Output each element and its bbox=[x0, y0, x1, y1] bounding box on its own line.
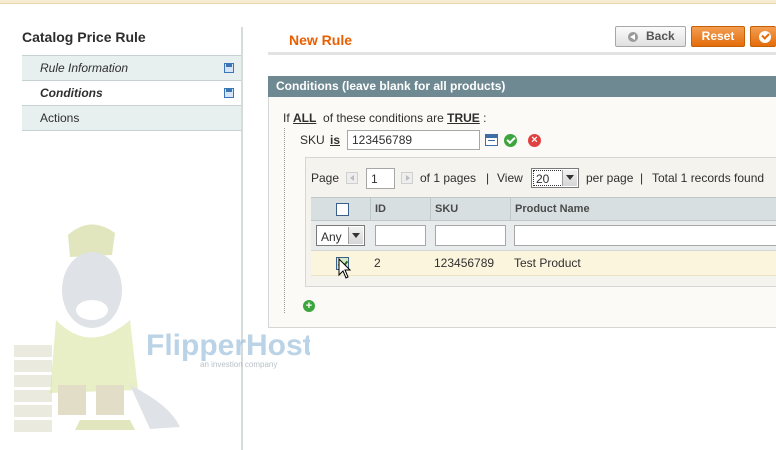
chevron-down-icon bbox=[348, 227, 363, 244]
floppy-disk-icon bbox=[224, 88, 234, 98]
sidebar: Catalog Price Rule Rule Information Cond… bbox=[22, 27, 242, 131]
condition-aggregator-line: If ALL of these conditions are TRUE : bbox=[283, 111, 486, 125]
column-header-product-name[interactable]: Product Name bbox=[510, 198, 776, 220]
condition-middle-text: of these conditions are bbox=[323, 111, 444, 125]
arrow-left-icon bbox=[628, 32, 638, 42]
watermark-tagline: an investion company bbox=[200, 360, 277, 369]
floppy-disk-icon bbox=[224, 63, 234, 73]
add-condition-icon[interactable]: + bbox=[303, 300, 315, 312]
sidebar-title: Catalog Price Rule bbox=[22, 29, 146, 45]
back-button[interactable]: Back bbox=[615, 26, 686, 47]
id-filter-input[interactable] bbox=[375, 225, 426, 246]
sidebar-tabs: Rule Information Conditions Actions bbox=[22, 55, 242, 131]
chooser-list-icon[interactable] bbox=[485, 134, 498, 146]
previous-page-icon[interactable] bbox=[346, 172, 358, 184]
title-underline bbox=[268, 52, 776, 55]
operator-toggle[interactable]: is bbox=[330, 133, 340, 147]
pager-separator: | bbox=[486, 171, 490, 185]
pager-per-page-label: per page bbox=[586, 171, 634, 185]
value-toggle[interactable]: TRUE bbox=[447, 111, 480, 125]
pager-total-records: Total 1 records found bbox=[652, 171, 765, 185]
flipperhost-watermark: FlipperHost an investion company bbox=[14, 224, 310, 432]
per-page-value: 20 bbox=[536, 172, 550, 186]
tab-rule-information[interactable]: Rule Information bbox=[22, 56, 242, 81]
cell-id: 2 bbox=[374, 256, 381, 270]
remove-x-icon[interactable]: × bbox=[528, 134, 541, 147]
condition-prefix: If bbox=[283, 111, 290, 125]
sku-value-input[interactable] bbox=[347, 130, 480, 150]
header-select-cell bbox=[311, 198, 370, 220]
grid-header-row: ID SKU Product Name bbox=[311, 197, 776, 221]
tab-label: Actions bbox=[40, 111, 80, 125]
conditions-header: Conditions (leave blank for all products… bbox=[268, 76, 776, 97]
column-header-id[interactable]: ID bbox=[370, 198, 430, 220]
per-page-select[interactable]: 20 bbox=[531, 168, 579, 188]
cell-product-name: Test Product bbox=[514, 256, 581, 270]
pager-view-label: View bbox=[497, 171, 523, 185]
sku-filter-input[interactable] bbox=[435, 225, 506, 246]
condition-tree-line bbox=[284, 128, 285, 313]
tab-conditions[interactable]: Conditions bbox=[22, 81, 242, 106]
chevron-down-icon bbox=[562, 170, 577, 186]
filter-any-value: Any bbox=[321, 230, 342, 244]
checkmark-icon bbox=[759, 31, 771, 43]
mouse-pointer-icon bbox=[338, 258, 352, 279]
cell-sku: 123456789 bbox=[434, 256, 495, 270]
pager-page-label: Page bbox=[311, 171, 340, 185]
sku-attribute-label: SKU bbox=[300, 133, 325, 147]
save-button[interactable] bbox=[750, 26, 776, 47]
apply-checkmark-icon[interactable] bbox=[504, 134, 517, 147]
tab-label: Rule Information bbox=[40, 61, 129, 75]
column-header-sku[interactable]: SKU bbox=[430, 198, 510, 220]
condition-suffix: : bbox=[483, 111, 487, 125]
pager-separator: | bbox=[640, 171, 644, 185]
aggregator-toggle[interactable]: ALL bbox=[293, 111, 316, 125]
server-stack-icon bbox=[14, 345, 52, 432]
select-all-checkbox[interactable] bbox=[336, 203, 349, 216]
watermark-brand: FlipperHost bbox=[146, 329, 310, 362]
page-title: New Rule bbox=[289, 32, 353, 48]
reset-button-label: Reset bbox=[701, 29, 735, 43]
tab-label: Conditions bbox=[40, 86, 103, 100]
page-number-input[interactable] bbox=[366, 168, 395, 189]
top-border bbox=[0, 0, 776, 4]
next-page-icon[interactable] bbox=[401, 172, 413, 184]
table-row[interactable]: 2 123456789 Test Product bbox=[311, 251, 776, 276]
grid-filter-row: Any bbox=[311, 221, 776, 251]
pager-of-pages: of 1 pages bbox=[420, 171, 477, 185]
product-name-filter-input[interactable] bbox=[514, 225, 776, 246]
in-products-filter-select[interactable]: Any bbox=[316, 225, 365, 246]
tab-actions[interactable]: Actions bbox=[22, 106, 242, 131]
back-button-label: Back bbox=[646, 29, 675, 43]
reset-button[interactable]: Reset bbox=[691, 26, 745, 47]
dolphin-mascot-icon bbox=[50, 224, 180, 430]
